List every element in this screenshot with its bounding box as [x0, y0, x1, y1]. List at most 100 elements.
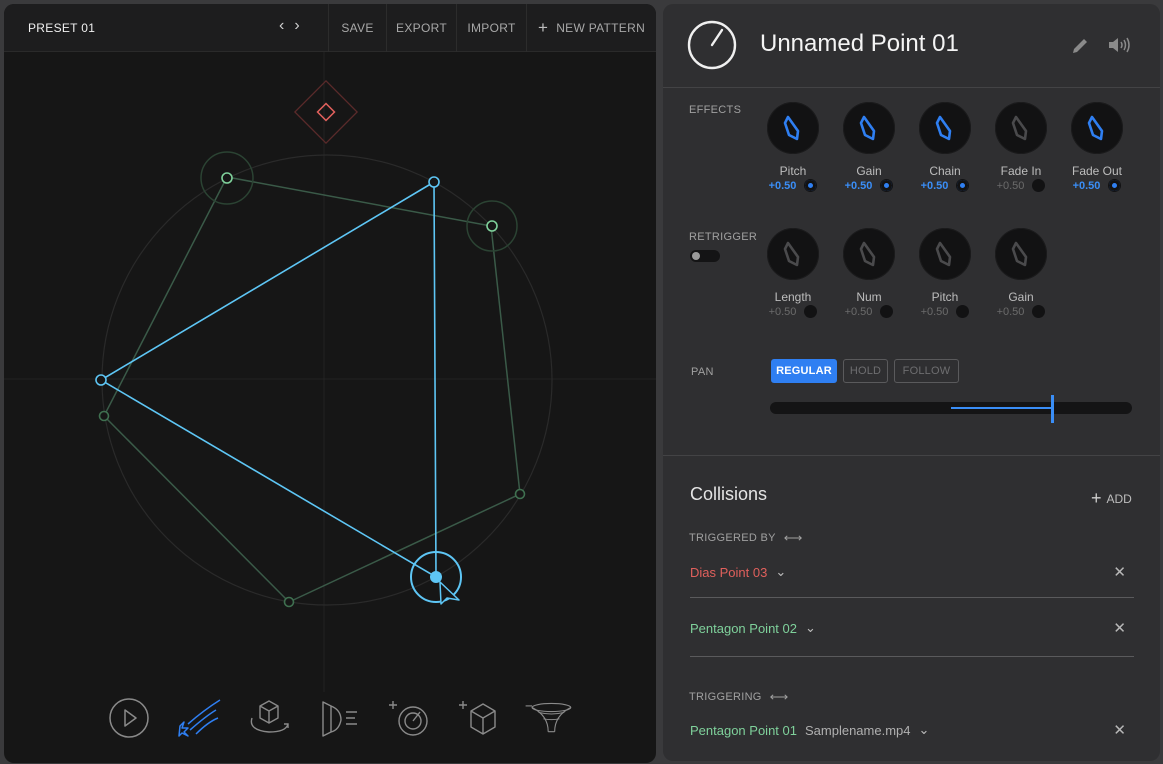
triangle-point[interactable] — [428, 176, 440, 188]
row-divider — [690, 656, 1134, 657]
preset-nav: ‹ › — [279, 17, 300, 35]
knob-label: Chain — [929, 164, 961, 178]
knob[interactable] — [995, 228, 1047, 280]
shooting-star-icon[interactable] — [174, 696, 224, 740]
effects-knob-group: Fade Out +0.50 — [1061, 102, 1133, 192]
pattern-canvas[interactable] — [4, 52, 656, 692]
modulation-toggle[interactable] — [880, 179, 894, 192]
retrigger-label: RETRIGGER — [689, 231, 758, 243]
knob-value-row: +0.50 — [757, 179, 829, 192]
knob-value-row: +0.50 — [985, 305, 1057, 318]
retrigger-toggle[interactable] — [690, 250, 720, 262]
knob-label: Gain — [856, 164, 882, 178]
export-button[interactable]: EXPORT — [386, 4, 456, 52]
pentagon-point[interactable] — [98, 410, 110, 422]
knob-value[interactable]: +0.50 — [1073, 180, 1101, 192]
pentagon-point[interactable] — [514, 488, 526, 500]
speaker-icon[interactable] — [1107, 35, 1133, 55]
save-button[interactable]: SAVE — [328, 4, 386, 52]
pencil-icon[interactable] — [1070, 36, 1090, 56]
knob-value[interactable]: +0.50 — [845, 180, 873, 192]
knob[interactable] — [843, 228, 895, 280]
point-header: Unnamed Point 01 — [663, 4, 1160, 88]
retrigger-knob-group: Length +0.50 — [757, 228, 829, 318]
chevron-down-icon[interactable]: ⌄ — [775, 564, 786, 580]
pattern-editor-panel: PRESET 01 ‹ › SAVE EXPORT IMPORT + NEW P… — [4, 4, 656, 763]
pan-label: PAN — [691, 366, 714, 378]
remove-icon[interactable]: ✕ — [1113, 563, 1126, 581]
chevron-down-icon[interactable]: ⌄ — [918, 722, 929, 738]
knob[interactable] — [919, 102, 971, 154]
knob-label: Gain — [1008, 290, 1034, 304]
point-inspector-panel: Unnamed Point 01 EFFECTS Pitch +0.50 Gain +… — [663, 4, 1160, 761]
prev-preset-button[interactable]: ‹ — [279, 17, 284, 35]
effects-knob-group: Fade In +0.50 — [985, 102, 1057, 192]
modulation-toggle[interactable] — [1032, 179, 1046, 192]
chevron-down-icon[interactable]: ⌄ — [805, 620, 816, 636]
modulation-toggle[interactable] — [956, 179, 970, 192]
face-sound-icon[interactable] — [314, 696, 364, 740]
collision-point-name: Dias Point 03 — [690, 564, 768, 580]
knob[interactable] — [919, 228, 971, 280]
knob-value-row: +0.50 — [909, 179, 981, 192]
knob-value-row: +0.50 — [757, 305, 829, 318]
knob-label: Pitch — [931, 290, 959, 304]
add-collision-button[interactable]: + ADD — [1091, 488, 1132, 509]
knob[interactable] — [843, 102, 895, 154]
knob-value-row: +0.50 — [985, 179, 1057, 192]
vortex-icon[interactable] — [524, 696, 574, 740]
modulation-toggle[interactable] — [1108, 179, 1122, 192]
knob-value[interactable]: +0.50 — [921, 180, 949, 192]
triggered-by-header: TRIGGERED BY ⟷ — [689, 530, 803, 546]
remove-icon[interactable]: ✕ — [1113, 619, 1126, 637]
selected-point[interactable] — [430, 571, 442, 583]
triggering-row[interactable]: Pentagon Point 01 Samplename.mp4 ⌄ ✕ — [690, 721, 1134, 739]
row-divider — [690, 597, 1134, 598]
modulation-toggle[interactable] — [804, 179, 818, 192]
knob-value[interactable]: +0.50 — [997, 180, 1025, 192]
modulation-toggle[interactable] — [804, 305, 818, 318]
pan-slider-thumb[interactable] — [1051, 395, 1054, 423]
modulation-toggle[interactable] — [956, 305, 970, 318]
knob-value-row: +0.50 — [909, 305, 981, 318]
knob[interactable] — [995, 102, 1047, 154]
add-speed-icon[interactable] — [384, 696, 434, 740]
add-label: ADD — [1106, 491, 1132, 506]
triangle-point[interactable] — [95, 374, 107, 386]
effects-knob-group: Pitch +0.50 — [757, 102, 829, 192]
remove-icon[interactable]: ✕ — [1113, 721, 1126, 739]
dias-point-marker[interactable] — [293, 79, 359, 145]
pentagon-point[interactable] — [486, 220, 498, 232]
knob[interactable] — [767, 102, 819, 154]
point-title[interactable]: Unnamed Point 01 — [760, 30, 959, 58]
add-cube-icon[interactable] — [454, 696, 504, 740]
modulation-toggle[interactable] — [1032, 305, 1046, 318]
pan-regular-button[interactable]: REGULAR — [771, 359, 837, 383]
knob-value[interactable]: +0.50 — [769, 306, 797, 318]
dias-point-core[interactable] — [316, 102, 336, 122]
knob-value-row: +0.50 — [1061, 179, 1133, 192]
import-button[interactable]: IMPORT — [456, 4, 526, 52]
pentagon-point[interactable] — [283, 596, 295, 608]
knob-value-row: +0.50 — [833, 179, 905, 192]
knob-value[interactable]: +0.50 — [921, 306, 949, 318]
knob[interactable] — [1071, 102, 1123, 154]
triggered-by-row[interactable]: Dias Point 03 ⌄ ✕ — [690, 563, 1134, 581]
new-pattern-button[interactable]: + NEW PATTERN — [526, 4, 656, 52]
knob-value[interactable]: +0.50 — [769, 180, 797, 192]
pan-hold-button[interactable]: HOLD — [843, 359, 888, 383]
knob-value[interactable]: +0.50 — [845, 306, 873, 318]
triggered-by-row[interactable]: Pentagon Point 02 ⌄ ✕ — [690, 619, 1134, 637]
pan-follow-button[interactable]: FOLLOW — [894, 359, 959, 383]
next-preset-button[interactable]: › — [294, 17, 299, 35]
knob[interactable] — [767, 228, 819, 280]
modulation-toggle[interactable] — [880, 305, 894, 318]
rotate-cube-icon[interactable] — [244, 696, 294, 740]
pentagon-point[interactable] — [221, 172, 233, 184]
play-icon[interactable] — [104, 696, 154, 740]
triggering-header: TRIGGERING ⟷ — [689, 689, 789, 705]
plus-icon: + — [537, 18, 549, 37]
collision-point-name: Pentagon Point 01 — [690, 722, 797, 738]
knob-value[interactable]: +0.50 — [997, 306, 1025, 318]
pan-slider[interactable] — [770, 395, 1132, 423]
